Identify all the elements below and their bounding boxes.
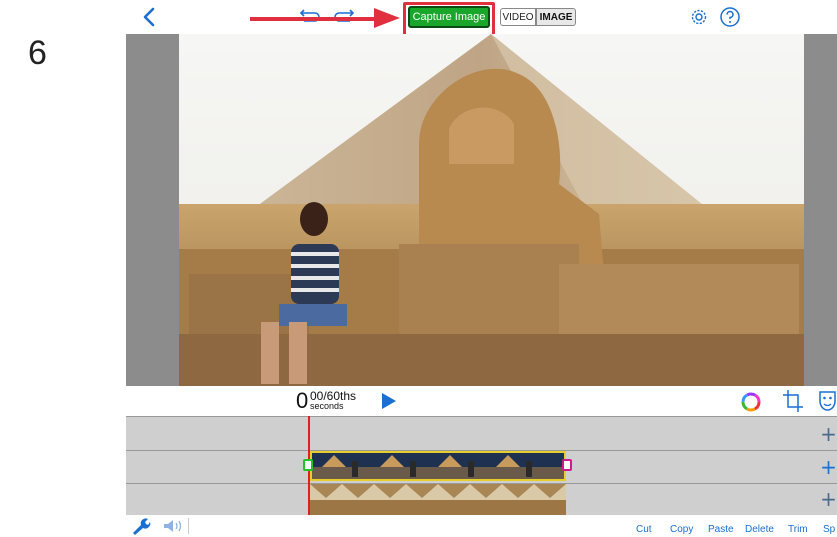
add-track-button[interactable]: +	[820, 424, 837, 444]
color-wheel-icon[interactable]	[740, 391, 762, 413]
speaker-icon[interactable]	[163, 519, 185, 533]
clip-start-handle[interactable]	[303, 459, 313, 471]
add-track-button[interactable]: +	[820, 489, 837, 509]
preview-image[interactable]	[179, 34, 804, 386]
cut-button[interactable]: Cut	[636, 524, 652, 535]
back-icon[interactable]	[140, 6, 158, 28]
selected-video-clip[interactable]	[310, 451, 566, 481]
time-fraction: 00/60ths seconds	[310, 389, 357, 411]
trim-button[interactable]: Trim	[788, 524, 808, 535]
background-image-clip[interactable]	[310, 484, 566, 515]
paste-button[interactable]: Paste	[708, 524, 734, 535]
gear-icon[interactable]	[689, 7, 709, 27]
wrench-icon[interactable]	[131, 517, 151, 535]
transport-bar	[126, 386, 837, 416]
mask-icon[interactable]	[818, 389, 837, 413]
mode-video-toggle[interactable]: VIDEO	[500, 8, 536, 26]
capture-image-button[interactable]: Capture Image	[408, 6, 490, 28]
play-icon[interactable]	[381, 392, 397, 410]
annotation-arrow	[250, 8, 400, 28]
copy-button[interactable]: Copy	[670, 524, 693, 535]
clip-end-handle[interactable]	[562, 459, 572, 471]
split-button[interactable]: Sp	[823, 524, 835, 535]
crop-icon[interactable]	[782, 389, 804, 413]
time-value: 0	[296, 388, 309, 413]
help-icon[interactable]	[719, 6, 741, 28]
divider	[188, 518, 189, 534]
add-track-button[interactable]: +	[820, 457, 837, 477]
step-number: 6	[28, 34, 47, 72]
delete-button[interactable]: Delete	[745, 524, 774, 535]
mode-image-toggle[interactable]: IMAGE	[536, 8, 576, 26]
time-fraction-label: 00/60ths	[310, 389, 357, 403]
timeline-track-1[interactable]	[126, 416, 837, 450]
